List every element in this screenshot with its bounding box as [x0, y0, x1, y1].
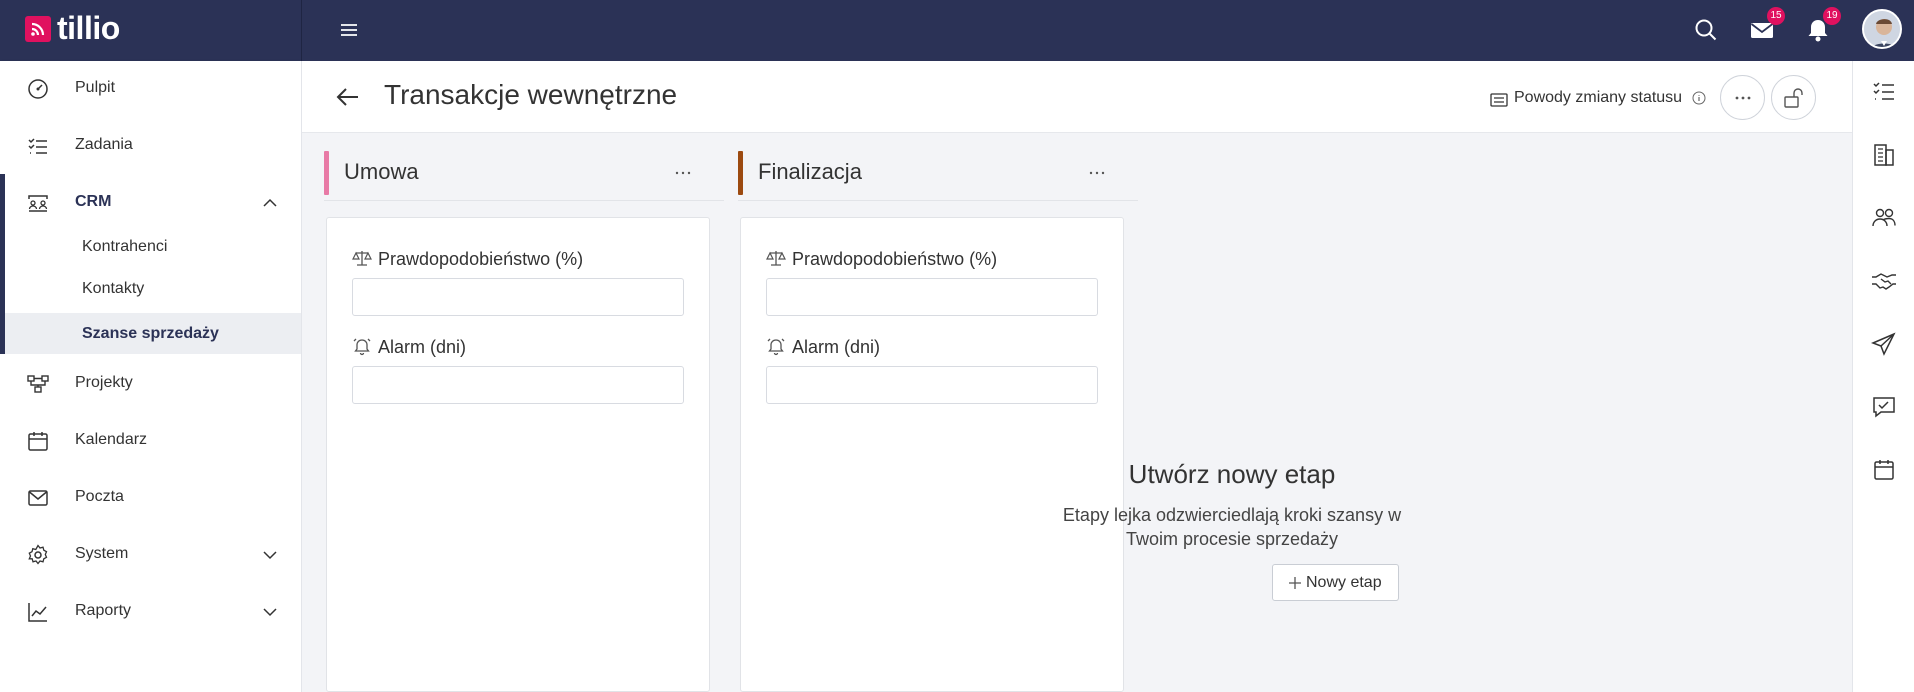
unlock-button[interactable] — [1771, 75, 1816, 120]
contacts-icon[interactable] — [1870, 204, 1898, 232]
sidebar-item-label: Raporty — [75, 602, 132, 619]
sidebar-subitem-label: Kontrahenci — [82, 238, 168, 255]
alarm-days-input[interactable] — [352, 366, 684, 404]
scale-icon — [352, 251, 372, 266]
sidebar-item-poczta[interactable]: Poczta — [0, 470, 301, 526]
stage-name: Umowa — [344, 159, 419, 184]
sidebar: Pulpit Zadania CRM Kontrahenci Kontakty … — [0, 61, 302, 692]
avatar[interactable] — [1862, 9, 1902, 49]
stage-column-header: Umowa — [324, 145, 724, 201]
new-stage-button[interactable]: Nowy etap — [1272, 564, 1399, 601]
empty-state-title: Utwórz nowy etap — [1128, 459, 1336, 489]
scale-icon — [766, 251, 786, 266]
mail-icon — [28, 490, 48, 506]
menu-icon[interactable] — [338, 19, 360, 41]
status-change-reasons-label: Powody zmiany statusu — [1514, 89, 1683, 106]
more-horizontal-icon[interactable] — [1087, 163, 1107, 183]
bell-badge: 19 — [1823, 7, 1841, 25]
stage-card: Prawdopodobieństwo (%) Alarm (dni) — [740, 217, 1124, 692]
mail-icon[interactable]: 15 — [1748, 7, 1785, 44]
page-header: Transakcje wewnętrzne Powody zmiany stat… — [302, 61, 1852, 133]
info-icon — [1692, 91, 1706, 105]
logo-mark-icon — [25, 16, 51, 42]
probability-input[interactable] — [766, 278, 1098, 316]
sidebar-item-label: Kalendarz — [75, 431, 148, 448]
list-icon — [1490, 93, 1508, 107]
page-title: Transakcje wewnętrzne — [384, 79, 678, 110]
stage-color-bar — [738, 151, 743, 195]
send-icon[interactable] — [1870, 330, 1898, 358]
tasks-icon — [28, 138, 47, 154]
calendar-icon — [28, 432, 48, 451]
top-bar: tillio 15 19 — [0, 0, 1914, 61]
chart-icon — [28, 603, 47, 622]
sidebar-subitem-szanse-sprzedazy[interactable]: Szanse sprzedaży — [5, 313, 301, 354]
plus-icon — [1289, 577, 1301, 589]
sidebar-subitem-label: Kontakty — [82, 280, 145, 297]
sidebar-item-crm[interactable]: CRM — [0, 175, 301, 231]
projects-icon — [27, 375, 49, 393]
logo-text: tillio — [57, 10, 120, 46]
field-label-text: Prawdopodobieństwo (%) — [378, 249, 584, 269]
stage-column-header: Finalizacja — [738, 145, 1138, 201]
chat-check-icon[interactable] — [1870, 393, 1898, 421]
sidebar-item-label: Pulpit — [75, 79, 116, 96]
more-horizontal-icon — [1735, 96, 1751, 100]
sidebar-subitem-kontrahenci[interactable]: Kontrahenci — [5, 226, 301, 267]
tasks-icon[interactable] — [1870, 77, 1898, 105]
sidebar-item-pulpit[interactable]: Pulpit — [0, 61, 301, 117]
field-label-text: Alarm (dni) — [792, 337, 881, 357]
sidebar-subitem-kontakty[interactable]: Kontakty — [5, 268, 301, 309]
crm-icon — [28, 195, 48, 212]
sidebar-subitem-label: Szanse sprzedaży — [82, 325, 219, 342]
field-label: Alarm (dni) — [766, 336, 880, 358]
field-label: Alarm (dni) — [352, 336, 466, 358]
sidebar-item-label: CRM — [75, 193, 112, 210]
field-label: Prawdopodobieństwo (%) — [352, 248, 583, 270]
deals-icon[interactable] — [1870, 267, 1898, 295]
sidebar-item-raporty[interactable]: Raporty — [0, 584, 301, 640]
new-stage-button-label: Nowy etap — [1306, 574, 1382, 591]
sidebar-item-kalendarz[interactable]: Kalendarz — [0, 413, 301, 469]
sidebar-item-system[interactable]: System — [0, 527, 301, 583]
dashboard-icon — [28, 79, 48, 99]
sidebar-item-label: System — [75, 545, 129, 562]
unlock-icon — [1784, 88, 1803, 108]
chevron-up-icon — [263, 198, 277, 207]
more-horizontal-icon[interactable] — [673, 163, 693, 183]
chevron-down-icon — [263, 608, 277, 617]
field-label-text: Prawdopodobieństwo (%) — [792, 249, 998, 269]
logo[interactable]: tillio — [0, 0, 302, 61]
stage-name: Finalizacja — [758, 159, 862, 184]
search-icon[interactable] — [1692, 16, 1720, 44]
sidebar-item-label: Projekty — [75, 374, 133, 391]
field-label: Prawdopodobieństwo (%) — [766, 248, 997, 270]
contractors-icon[interactable] — [1870, 141, 1898, 169]
bell-icon[interactable]: 19 — [1804, 7, 1841, 44]
more-options-button[interactable] — [1720, 75, 1765, 120]
stage-card: Prawdopodobieństwo (%) Alarm (dni) — [326, 217, 710, 692]
empty-state-description: Etapy lejka odzwierciedlają kroki szansy… — [1062, 505, 1402, 549]
right-rail — [1852, 61, 1914, 692]
sidebar-item-projekty[interactable]: Projekty — [0, 356, 301, 412]
back-arrow-icon[interactable] — [335, 84, 361, 110]
chevron-down-icon — [263, 551, 277, 560]
calendar-icon[interactable] — [1870, 456, 1898, 484]
sidebar-item-label: Poczta — [75, 488, 124, 505]
main-content: Transakcje wewnętrzne Powody zmiany stat… — [302, 61, 1852, 692]
mail-badge: 15 — [1767, 7, 1785, 25]
gear-icon — [28, 544, 48, 565]
field-label-text: Alarm (dni) — [378, 337, 467, 357]
stage-color-bar — [324, 151, 329, 195]
sidebar-item-zadania[interactable]: Zadania — [0, 118, 301, 174]
sidebar-item-label: Zadania — [75, 136, 133, 153]
alarm-days-input[interactable] — [766, 366, 1098, 404]
alarm-icon — [767, 338, 785, 356]
probability-input[interactable] — [352, 278, 684, 316]
alarm-icon — [353, 338, 371, 356]
